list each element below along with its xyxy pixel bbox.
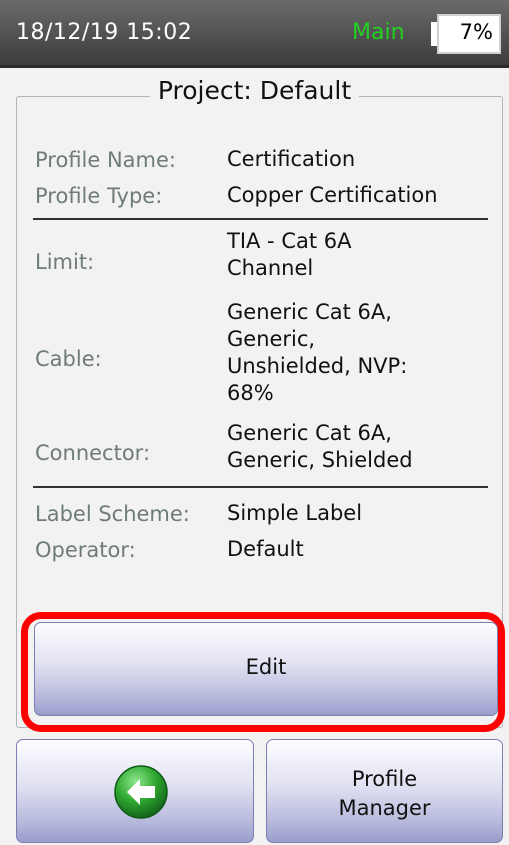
cable-value-line: Unshielded, NVP: <box>227 354 408 378</box>
edit-button[interactable]: Edit <box>34 622 498 716</box>
operator-label: Operator: <box>35 538 136 562</box>
battery-icon: 7% <box>437 14 501 54</box>
project-title: Project: Default <box>0 76 509 105</box>
connector-value-line: Generic Cat 6A, <box>227 421 392 445</box>
mode-indicator: Main <box>352 20 405 45</box>
cable-value-line: Generic, <box>227 327 316 351</box>
edit-button-label: Edit <box>245 655 287 679</box>
limit-value: TIA - Cat 6A Channel <box>227 228 351 282</box>
profile-name-value: Certification <box>227 147 356 171</box>
profile-type-value: Copper Certification <box>227 183 438 207</box>
cable-label: Cable: <box>35 347 102 371</box>
profile-manager-label: Manager <box>338 796 431 820</box>
date-time: 18/12/19 15:02 <box>16 20 193 45</box>
divider-top <box>33 218 488 220</box>
profile-name-label: Profile Name: <box>35 148 177 172</box>
back-arrow-icon <box>114 765 168 819</box>
connector-value-line: Generic, Shielded <box>227 448 413 472</box>
label-scheme-value: Simple Label <box>227 501 363 525</box>
cable-value-line: Generic Cat 6A, <box>227 300 392 324</box>
status-bar: 18/12/19 15:02 Main 7% <box>0 0 509 68</box>
label-scheme-label: Label Scheme: <box>35 502 190 526</box>
cable-value-line: 68% <box>227 381 274 405</box>
limit-value-line: TIA - Cat 6A <box>227 229 352 253</box>
connector-label: Connector: <box>35 441 151 465</box>
operator-value: Default <box>227 537 304 561</box>
profile-type-label: Profile Type: <box>35 184 163 208</box>
divider-bottom <box>33 486 488 488</box>
project-title-text: Project: Default <box>149 76 360 105</box>
connector-value: Generic Cat 6A, Generic, Shielded <box>227 420 413 474</box>
profile-manager-button[interactable]: Profile Manager <box>266 739 503 843</box>
limit-value-line: Channel <box>227 256 314 280</box>
cable-value: Generic Cat 6A, Generic, Unshielded, NVP… <box>227 299 407 407</box>
battery-level: 7% <box>459 20 493 44</box>
limit-label: Limit: <box>35 250 95 274</box>
profile-manager-label: Profile <box>351 767 418 791</box>
back-button[interactable] <box>16 739 254 843</box>
